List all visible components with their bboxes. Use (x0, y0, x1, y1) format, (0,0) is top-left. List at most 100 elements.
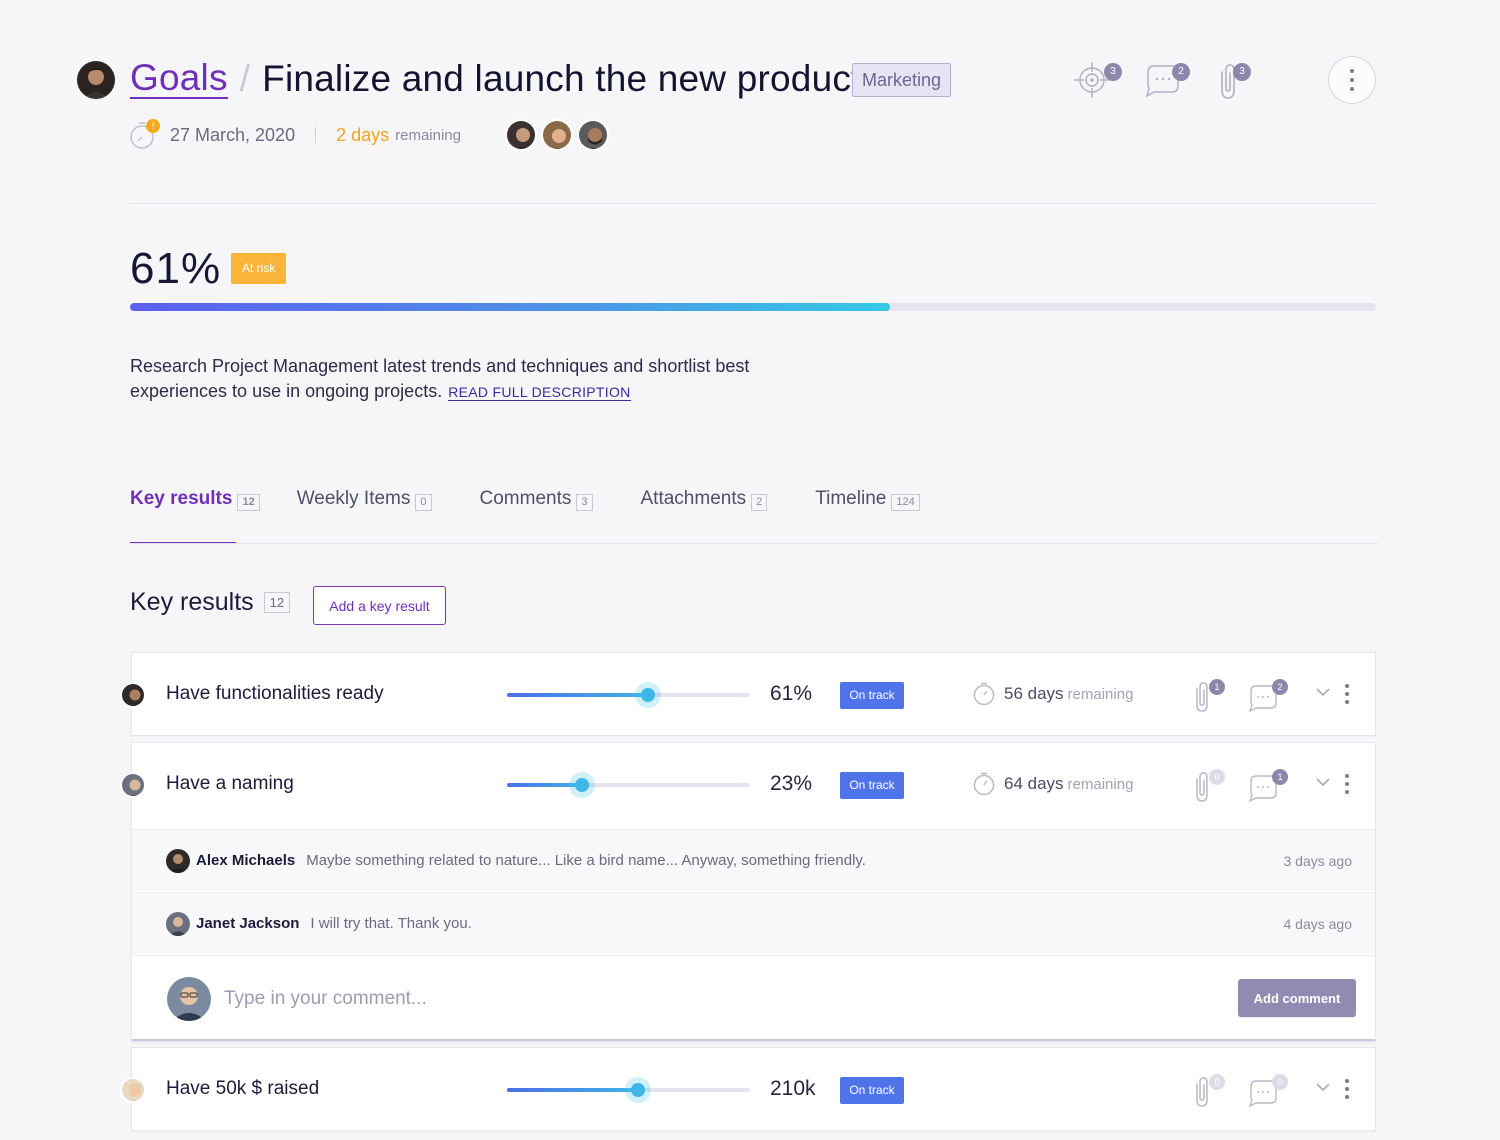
goal-description: Research Project Management latest trend… (130, 354, 830, 405)
key-result-card: Have functionalities ready 61% On track … (120, 652, 1376, 737)
goal-tabs: Key results 12 Weekly Items 0 Comments 3 At… (130, 488, 968, 544)
tab-count: 12 (237, 494, 260, 511)
target-count-badge: 3 (1104, 63, 1122, 81)
more-options-button[interactable] (1328, 56, 1376, 104)
kr-attachments-button[interactable]: 0 (1192, 769, 1228, 803)
kr-time-remaining: 64 days remaining (972, 771, 1133, 797)
chevron-down-icon[interactable] (1316, 777, 1330, 787)
kr-remaining-label: remaining (1067, 685, 1134, 703)
team-avatar-3[interactable] (577, 119, 609, 151)
kr-attachments-button[interactable]: 0 (1192, 1074, 1228, 1108)
kr-value: 210k (770, 1077, 816, 1100)
kr-attachments-count: 0 (1209, 1074, 1225, 1090)
key-results-heading: Key results 12 (130, 588, 291, 617)
comment-avatar[interactable] (166, 848, 190, 873)
header-target-button[interactable]: 3 (1072, 58, 1122, 102)
goal-progress-fill (130, 303, 891, 311)
breadcrumb-goals-link[interactable]: Goals (130, 59, 228, 99)
key-result-card: Have a naming 23% On track 64 days remai… (120, 742, 1376, 1042)
tab-count: 124 (891, 494, 920, 511)
kr-slider-handle[interactable] (569, 772, 596, 798)
comment-author[interactable]: Alex Michaels (196, 852, 295, 869)
comment-text: Maybe something related to nature... Lik… (306, 852, 866, 869)
tab-weekly-items[interactable]: Weekly Items 0 (297, 488, 432, 544)
team-avatar-2[interactable] (541, 119, 573, 151)
read-full-description-link[interactable]: READ FULL DESCRIPTION (448, 384, 631, 401)
tab-attachments[interactable]: Attachments 2 (641, 488, 768, 544)
tab-comments[interactable]: Comments 3 (480, 488, 593, 544)
attachments-count-badge: 3 (1233, 63, 1251, 81)
kr-status-badge: On track (840, 1077, 904, 1104)
header-comments-button[interactable]: 2 (1142, 58, 1190, 102)
chevron-down-icon[interactable] (1316, 687, 1330, 697)
meta-divider (315, 127, 317, 143)
kr-comments-button[interactable]: 0 (1248, 1074, 1288, 1108)
days-remaining: 2 days (336, 124, 390, 145)
kr-remaining-label: remaining (1067, 775, 1134, 793)
key-result-row[interactable]: Have 50k $ raised 210k On track 0 0 (120, 1048, 1375, 1132)
kebab-icon[interactable] (1344, 1078, 1350, 1100)
comment-timestamp: 3 days ago (1283, 852, 1353, 869)
owner-avatar[interactable] (77, 61, 115, 99)
kr-comments-count: 0 (1272, 1074, 1288, 1090)
kebab-icon[interactable] (1344, 683, 1350, 705)
kebab-icon[interactable] (1344, 773, 1350, 795)
add-key-result-button[interactable]: Add a key result (313, 586, 446, 625)
comment-composer: Add comment (132, 955, 1375, 1041)
comments-count-badge: 2 (1172, 63, 1190, 81)
kr-value: 23% (770, 772, 813, 795)
description-text: Research Project Management latest trend… (130, 356, 750, 401)
kr-slider-handle[interactable] (625, 1077, 652, 1103)
chevron-down-icon[interactable] (1316, 1082, 1330, 1092)
kr-attachments-count: 1 (1209, 679, 1225, 695)
tabs-divider (130, 543, 1378, 544)
comment-text: I will try that. Thank you. (310, 915, 472, 932)
tab-label: Key results (130, 488, 233, 509)
kr-title: Have functionalities ready (166, 683, 384, 704)
add-comment-button[interactable]: Add comment (1238, 979, 1356, 1017)
kr-title: Have a naming (166, 773, 294, 794)
kr-time-remaining: 56 days remaining (972, 681, 1133, 707)
comment-author[interactable]: Janet Jackson (196, 915, 299, 932)
comment-input[interactable] (224, 984, 924, 1014)
category-tag[interactable]: Marketing (852, 63, 952, 97)
comment-avatar[interactable] (166, 911, 190, 936)
kr-owner-avatar[interactable] (120, 682, 146, 708)
kr-status-badge: On track (840, 682, 904, 709)
tab-key-results[interactable]: Key results 12 (130, 488, 260, 544)
tab-label: Attachments (640, 488, 747, 509)
kr-comments-button[interactable]: 1 (1248, 769, 1288, 803)
kr-comments-button[interactable]: 2 (1248, 679, 1288, 713)
tab-timeline[interactable]: Timeline 124 (815, 488, 920, 544)
kr-value: 61% (770, 682, 813, 705)
section-title: Key results (130, 588, 254, 616)
kr-owner-avatar[interactable] (120, 1077, 146, 1103)
kr-progress-slider[interactable] (507, 772, 750, 798)
kr-attachments-button[interactable]: 1 (1192, 679, 1228, 713)
comment-item: Alex Michaels Maybe something related to… (132, 829, 1375, 891)
tab-count: 2 (751, 494, 768, 511)
key-result-card: Have 50k $ raised 210k On track 0 0 (120, 1047, 1376, 1132)
remaining-label: remaining (395, 126, 461, 144)
kr-attachments-count: 0 (1209, 769, 1225, 785)
stopwatch-icon (973, 682, 995, 706)
stopwatch-icon (973, 772, 995, 796)
kr-slider-fill (507, 693, 648, 697)
kr-owner-avatar[interactable] (120, 772, 146, 798)
team-avatar-1[interactable] (505, 119, 537, 151)
kr-progress-slider[interactable] (507, 1077, 750, 1103)
kr-days: 56 days (1004, 684, 1064, 703)
kr-days: 64 days (1004, 774, 1064, 793)
tab-label: Weekly Items (296, 488, 411, 509)
key-result-row[interactable]: Have functionalities ready 61% On track … (120, 653, 1375, 737)
kr-progress-slider[interactable] (507, 682, 750, 708)
header-attachments-button[interactable]: 3 (1208, 58, 1252, 102)
breadcrumb-separator: / (239, 58, 251, 99)
due-date: 27 March, 2020 (170, 124, 296, 145)
kr-slider-handle[interactable] (634, 682, 661, 708)
page-title: Finalize and launch the new product (262, 58, 862, 99)
kr-title: Have 50k $ raised (166, 1078, 320, 1099)
tab-label: Comments (479, 488, 572, 509)
key-result-row[interactable]: Have a naming 23% On track 64 days remai… (120, 743, 1375, 827)
kr-comments-count: 2 (1272, 679, 1288, 695)
